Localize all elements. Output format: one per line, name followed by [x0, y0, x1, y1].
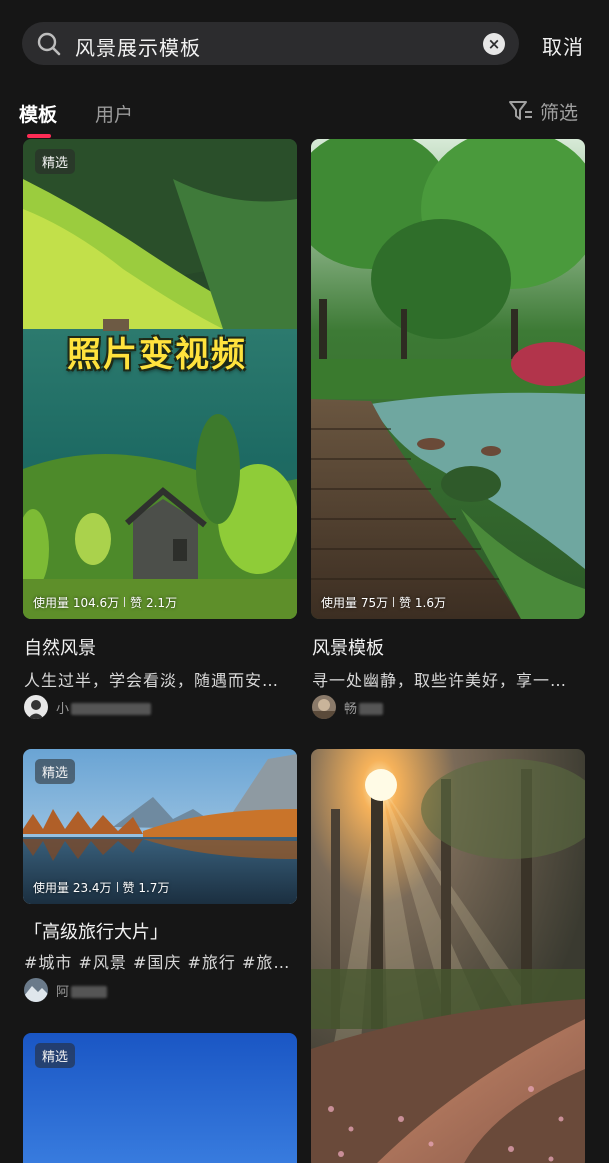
- avatar: [24, 695, 48, 719]
- author-name: 畅: [344, 698, 384, 717]
- card-title[interactable]: 「高级旅行大片」: [24, 918, 168, 944]
- template-card-thumbnail[interactable]: 精选: [23, 1033, 297, 1163]
- featured-badge: 精选: [35, 1043, 76, 1068]
- active-tab-indicator: [27, 134, 51, 138]
- tab-users[interactable]: 用户: [95, 100, 133, 127]
- usage-count: 使用量 104.6万: [33, 596, 120, 610]
- filter-label: 筛选: [540, 101, 579, 124]
- thumbnail-caption: 照片变视频: [67, 335, 247, 375]
- card-author[interactable]: 畅: [312, 694, 384, 720]
- usage-count: 使用量 23.4万: [33, 881, 112, 895]
- search-input[interactable]: 风景展示模板 ×: [22, 22, 519, 65]
- usage-count: 使用量 75万: [321, 596, 389, 610]
- card-author[interactable]: 小: [24, 694, 152, 720]
- filter-button[interactable]: 筛选: [508, 97, 578, 125]
- card-description: 人生过半，学会看淡，随遇而安…: [24, 671, 280, 690]
- usage-stats: 使用量 75万赞 1.6万: [321, 594, 446, 611]
- search-query-text[interactable]: 风景展示模板: [75, 32, 201, 61]
- like-count: 赞 1.6万: [399, 596, 446, 610]
- template-card-thumbnail[interactable]: 精选 使用量 23.4万赞 1.7万: [23, 749, 297, 904]
- avatar: [24, 978, 48, 1002]
- like-count: 赞 1.7万: [122, 881, 170, 895]
- featured-badge: 精选: [35, 759, 76, 784]
- landscape-image: [23, 139, 297, 619]
- usage-stats: 使用量 104.6万赞 2.1万: [33, 594, 177, 611]
- author-name: 阿: [56, 981, 108, 1000]
- card-title[interactable]: 风景模板: [312, 634, 384, 660]
- card-description: #城市 #风景 #国庆 #旅行 #旅…: [24, 953, 291, 972]
- filter-icon: [509, 101, 532, 120]
- cancel-button[interactable]: 取消: [542, 31, 584, 60]
- clear-icon[interactable]: ×: [483, 33, 505, 55]
- template-card-thumbnail[interactable]: [311, 749, 585, 1163]
- card-author[interactable]: 阿: [24, 977, 108, 1003]
- search-results-screen: 风景展示模板 × 取消 模板 用户 筛选 精选 照片变视频 使用量 104.6万…: [0, 0, 609, 1163]
- card-description: 寻一处幽静，取些许美好，享一…: [312, 671, 568, 690]
- tab-templates[interactable]: 模板: [19, 100, 57, 127]
- search-icon: [37, 32, 61, 56]
- author-name: 小: [56, 698, 152, 717]
- card-title[interactable]: 自然风景: [24, 634, 96, 660]
- search-bar: 风景展示模板 × 取消: [0, 0, 609, 86]
- landscape-image: [311, 749, 585, 1163]
- landscape-image: [311, 139, 585, 619]
- usage-stats: 使用量 23.4万赞 1.7万: [33, 879, 169, 896]
- featured-badge: 精选: [35, 149, 76, 174]
- template-card-thumbnail[interactable]: 精选 照片变视频 使用量 104.6万赞 2.1万: [23, 139, 297, 619]
- like-count: 赞 2.1万: [130, 596, 178, 610]
- template-card-thumbnail[interactable]: 使用量 75万赞 1.6万: [311, 139, 585, 619]
- avatar: [312, 695, 336, 719]
